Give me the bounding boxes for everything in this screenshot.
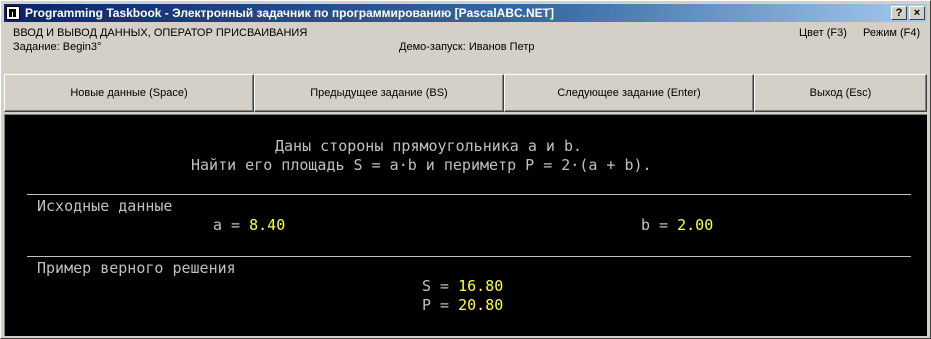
statement-line-1: Даны стороны прямоугольника a и b. (275, 137, 583, 155)
output-p-value: 20.80 (458, 296, 504, 314)
output-s-value: 16.80 (458, 277, 504, 295)
next-task-button[interactable]: Следующее задание (Enter) (504, 74, 754, 112)
output-p-label: P = (422, 296, 459, 314)
output-p: P = 20.80 (422, 296, 503, 314)
input-a: a = 8.40 (213, 216, 285, 234)
new-data-button[interactable]: Новые данные (Space) (4, 74, 254, 112)
input-b-label: b = (641, 216, 678, 234)
close-button[interactable]: × (909, 6, 925, 20)
input-data-header: Исходные данные (37, 197, 173, 215)
window-title: Programming Taskbook - Электронный задач… (25, 6, 554, 20)
command-button-row: Новые данные (Space) Предыдущее задание … (4, 74, 927, 112)
task-label: Задание: Begin3° (13, 41, 102, 53)
demo-run-label: Демо-запуск: Иванов Петр (399, 41, 535, 53)
mode-toggle[interactable]: Режим (F4) (863, 27, 920, 39)
task-info-panel: ВВОД И ВЫВОД ДАННЫХ, ОПЕРАТОР ПРИСВАИВАН… (13, 25, 923, 59)
section-title: ВВОД И ВЫВОД ДАННЫХ, ОПЕРАТОР ПРИСВАИВАН… (13, 27, 308, 39)
previous-task-button[interactable]: Предыдущее задание (BS) (254, 74, 504, 112)
input-b: b = 2.00 (641, 216, 713, 234)
color-toggle[interactable]: Цвет (F3) (799, 27, 847, 39)
taskbook-window: Programming Taskbook - Электронный задач… (0, 0, 931, 339)
statement-line-2: Найти его площадь S = a·b и периметр P =… (191, 156, 652, 174)
title-bar[interactable]: Programming Taskbook - Электронный задач… (4, 4, 927, 22)
output-s: S = 16.80 (422, 277, 503, 295)
input-a-value: 8.40 (249, 216, 286, 234)
sample-divider (27, 256, 911, 257)
output-s-label: S = (422, 277, 459, 295)
task-console: Даны стороны прямоугольника a и b. Найти… (4, 114, 927, 336)
input-a-label: a = (213, 216, 250, 234)
sample-solution-header: Пример верного решения (37, 259, 236, 277)
exit-button[interactable]: Выход (Esc) (754, 74, 927, 112)
app-icon (6, 6, 20, 20)
help-button[interactable]: ? (891, 6, 907, 20)
input-divider (27, 194, 911, 195)
input-b-value: 2.00 (677, 216, 714, 234)
